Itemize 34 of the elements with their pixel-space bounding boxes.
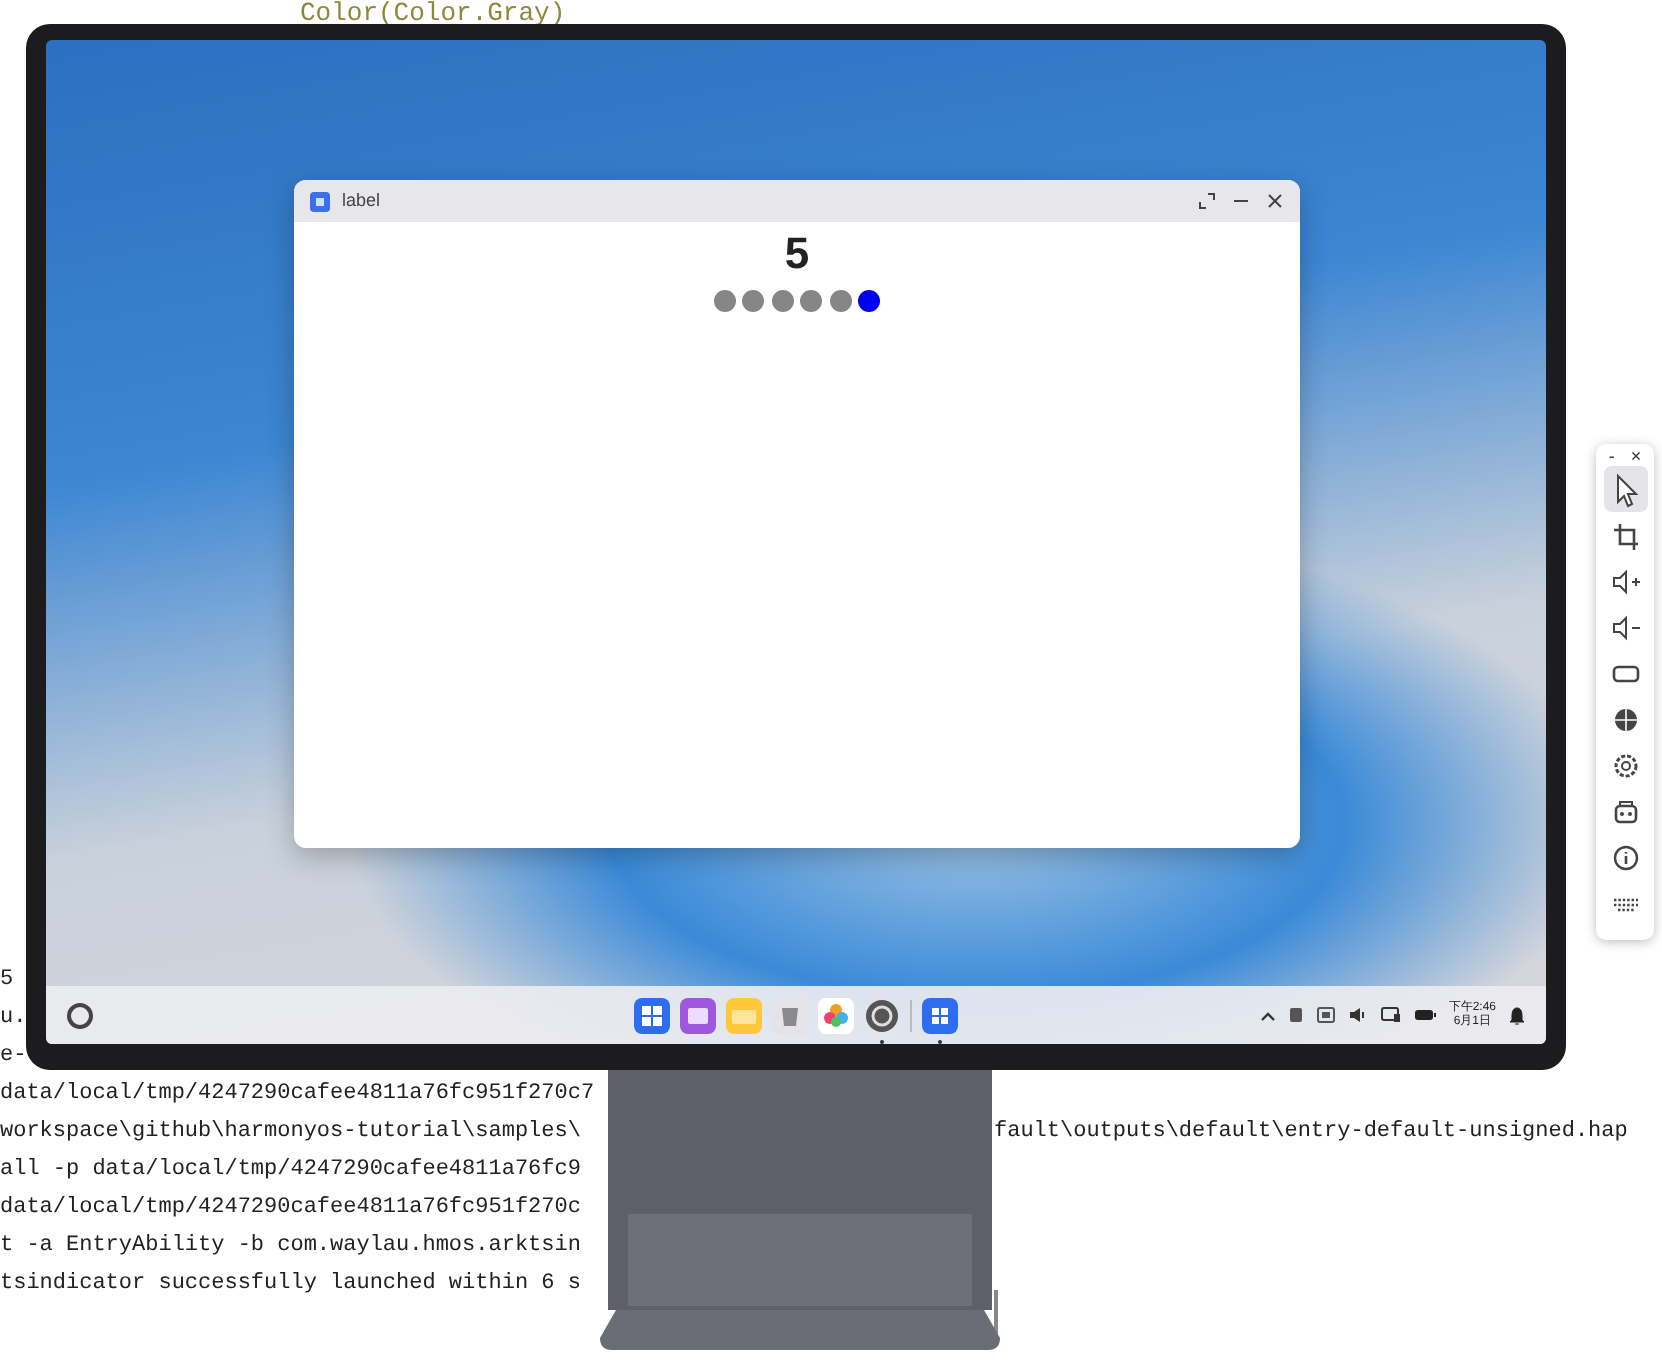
restore-icon[interactable] <box>1198 192 1216 210</box>
counter-number: 5 <box>784 232 810 276</box>
indicator-dot[interactable] <box>742 290 765 312</box>
code-line: Color(Color.Gray) <box>300 0 566 26</box>
app-icon <box>310 191 330 211</box>
gear-icon[interactable] <box>864 997 900 1043</box>
monitor-icon[interactable] <box>1380 1006 1403 1024</box>
indicator-dot[interactable] <box>858 290 881 312</box>
terminal-line: data/local/tmp/4247290cafee4811a76fc951f270c <box>0 1196 581 1221</box>
close-button[interactable]: × <box>1630 448 1642 466</box>
minimize-button[interactable]: - <box>1608 448 1615 466</box>
display-icon[interactable] <box>1316 1006 1337 1024</box>
window-title: label <box>342 187 381 214</box>
battery-icon[interactable] <box>1414 1008 1437 1022</box>
indicator-dot[interactable] <box>713 290 736 312</box>
chevron-up-icon[interactable] <box>1260 1007 1277 1023</box>
terminal-line: tsindicator successfully launched within 6 s <box>0 1272 581 1297</box>
terminal-line: t -a EntryAbility -b com.waylau.hmos.arktsin <box>0 1234 581 1259</box>
bell-icon[interactable] <box>1508 1005 1526 1025</box>
terminal-line: u. <box>0 1006 27 1031</box>
close-icon[interactable] <box>1266 192 1284 210</box>
start-circle-icon[interactable] <box>66 1001 94 1029</box>
grid-app-icon[interactable] <box>922 997 958 1043</box>
indicator-dot[interactable] <box>829 290 852 312</box>
terminal-line: workspace\github\harmonyos-tutorial\samples\ <box>0 1120 581 1145</box>
terminal-line: all -p data/local/tmp/4247290cafee4811a76fc9 <box>0 1158 581 1183</box>
terminal-line: e- <box>0 1044 27 1069</box>
terminal-line: data/local/tmp/4247290cafee4811a76fc951f270c7 <box>0 1082 595 1107</box>
terminal-line: fault\outputs\default\entry-default-unsigned.hap <box>994 1118 1628 1149</box>
speaker-icon[interactable] <box>1348 1006 1369 1024</box>
indicator-dot[interactable] <box>800 290 823 312</box>
tablet-icon[interactable] <box>1288 1006 1305 1024</box>
indicator-dot[interactable] <box>771 290 794 312</box>
terminal-line: 5 <box>0 968 14 993</box>
